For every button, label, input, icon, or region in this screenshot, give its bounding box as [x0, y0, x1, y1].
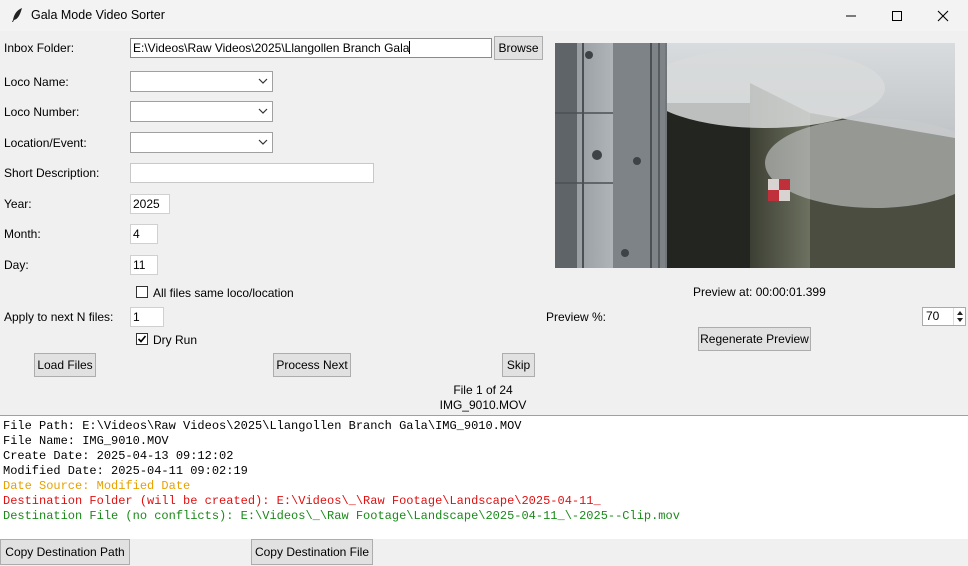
text-caret	[409, 41, 411, 54]
inbox-folder-value: E:\Videos\Raw Videos\2025\Llangollen Bra…	[133, 41, 410, 55]
process-next-button[interactable]: Process Next	[273, 353, 351, 377]
short-description-input[interactable]	[130, 163, 374, 183]
location-event-combobox[interactable]	[130, 132, 273, 153]
load-files-button[interactable]: Load Files	[34, 353, 96, 377]
location-event-label: Location/Event:	[4, 136, 87, 150]
video-preview-image	[555, 43, 955, 268]
loco-number-combobox[interactable]	[130, 101, 273, 122]
spinbox-arrows[interactable]	[953, 308, 965, 325]
short-description-label: Short Description:	[4, 166, 100, 180]
year-input[interactable]: 2025	[130, 194, 170, 214]
log-line: Destination File (no conflicts): E:\Vide…	[3, 509, 680, 523]
copy-destination-path-button[interactable]: Copy Destination Path	[0, 539, 130, 565]
skip-button[interactable]: Skip	[502, 353, 535, 377]
dry-run-checkbox[interactable]	[136, 333, 148, 345]
dry-run-label: Dry Run	[153, 333, 198, 347]
all-same-label: All files same loco/location	[153, 286, 294, 300]
loco-name-combobox[interactable]	[130, 71, 273, 92]
month-label: Month:	[4, 227, 41, 241]
apply-next-label: Apply to next N files:	[4, 310, 114, 324]
log-line: Date Source: Modified Date	[3, 479, 191, 493]
all-same-checkbox[interactable]	[136, 286, 148, 298]
preview-percent-value: 70	[926, 309, 940, 323]
log-line: File Name: IMG_9010.MOV	[3, 434, 169, 448]
title-bar: Gala Mode Video Sorter	[0, 0, 968, 31]
up-down-arrows-icon	[957, 311, 963, 322]
log-line: Modified Date: 2025-04-11 09:02:19	[3, 464, 248, 478]
log-line: Destination Folder (will be created): E:…	[3, 494, 601, 508]
close-button[interactable]	[920, 0, 966, 31]
loco-number-label: Loco Number:	[4, 105, 80, 119]
chevron-down-icon	[258, 78, 268, 84]
preview-time-label: Preview at: 00:00:01.399	[693, 285, 826, 299]
close-icon	[937, 10, 949, 22]
log-line: Create Date: 2025-04-13 09:12:02	[3, 449, 234, 463]
inbox-folder-label: Inbox Folder:	[4, 41, 75, 55]
regenerate-preview-button[interactable]: Regenerate Preview	[698, 327, 811, 351]
checkmark-icon	[137, 335, 147, 343]
month-input[interactable]: 4	[130, 224, 158, 244]
browse-button[interactable]: Browse	[494, 36, 543, 60]
chevron-down-icon	[258, 139, 268, 145]
maximize-button[interactable]	[874, 0, 920, 31]
feather-icon	[10, 7, 24, 23]
inbox-folder-input[interactable]: E:\Videos\Raw Videos\2025\Llangollen Bra…	[130, 38, 492, 58]
log-line: File Path: E:\Videos\Raw Videos\2025\Lla…	[3, 419, 522, 433]
chevron-down-icon	[258, 108, 268, 114]
minimize-button[interactable]	[828, 0, 874, 31]
current-file-name: IMG_9010.MOV	[439, 398, 527, 412]
file-counter: File 1 of 24	[453, 383, 513, 397]
maximize-icon	[892, 11, 902, 21]
preview-percent-spinbox[interactable]: 70	[922, 307, 966, 326]
preview-percent-label: Preview %:	[546, 310, 607, 324]
apply-next-input[interactable]: 1	[130, 307, 164, 327]
copy-destination-file-button[interactable]: Copy Destination File	[251, 539, 373, 565]
year-label: Year:	[4, 197, 32, 211]
day-label: Day:	[4, 258, 29, 272]
info-log-textarea[interactable]: File Path: E:\Videos\Raw Videos\2025\Lla…	[0, 415, 968, 539]
day-input[interactable]: 11	[130, 255, 158, 275]
window-title: Gala Mode Video Sorter	[31, 8, 165, 22]
minimize-icon	[846, 15, 856, 17]
loco-name-label: Loco Name:	[4, 75, 69, 89]
